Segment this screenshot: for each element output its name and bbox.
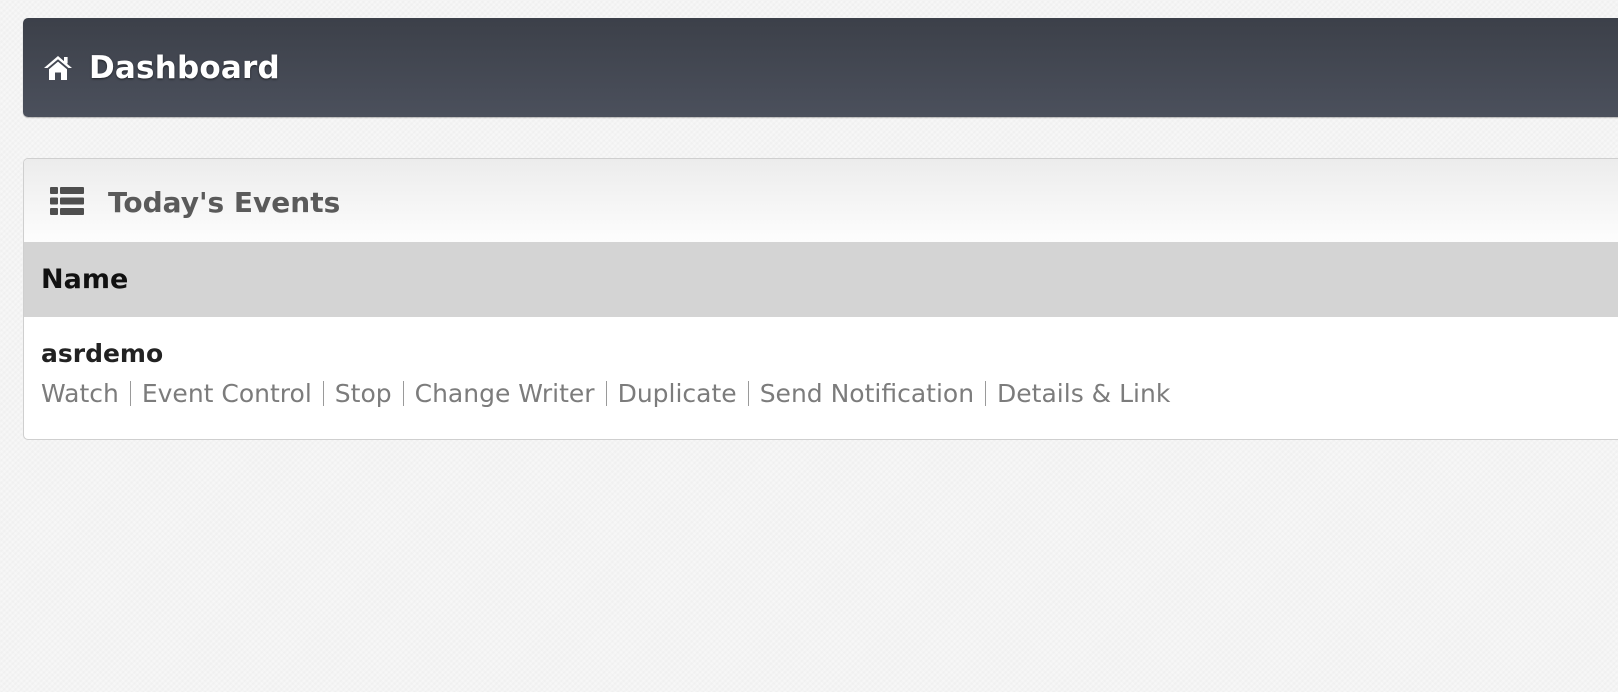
separator: [605, 381, 607, 406]
home-icon[interactable]: [43, 53, 73, 83]
send-notification-link[interactable]: Send Notification: [760, 379, 974, 408]
todays-events-panel: Today's Events Name asrdemo Watch Event …: [23, 158, 1618, 440]
stop-link[interactable]: Stop: [335, 379, 392, 408]
change-writer-link[interactable]: Change Writer: [415, 379, 595, 408]
event-control-link[interactable]: Event Control: [142, 379, 312, 408]
separator: [985, 381, 987, 406]
dashboard-header: Dashboard: [23, 18, 1618, 117]
event-name: asrdemo: [41, 339, 164, 368]
list-icon: [50, 186, 84, 216]
table-header: Name: [24, 242, 1618, 317]
panel-heading: Today's Events: [24, 159, 1618, 242]
separator: [402, 381, 404, 406]
separator: [747, 381, 749, 406]
separator: [322, 381, 324, 406]
event-actions: Watch Event Control Stop Change Writer D…: [41, 379, 1618, 408]
duplicate-link[interactable]: Duplicate: [618, 379, 737, 408]
watch-link[interactable]: Watch: [41, 379, 119, 408]
column-header-name[interactable]: Name: [41, 264, 128, 295]
panel-title: Today's Events: [108, 186, 341, 219]
separator: [129, 381, 131, 406]
table-row: asrdemo Watch Event Control Stop Change …: [24, 317, 1618, 408]
details-and-link-link[interactable]: Details & Link: [997, 379, 1170, 408]
page-title: Dashboard: [89, 49, 280, 86]
